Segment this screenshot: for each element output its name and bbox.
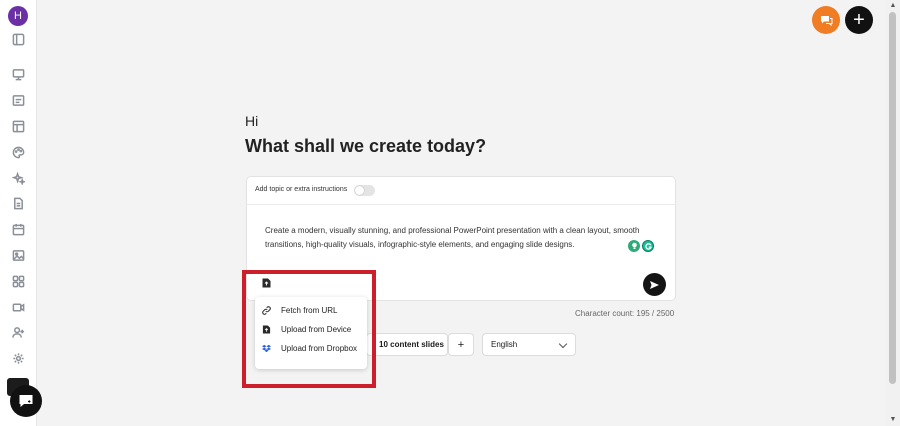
image-icon[interactable] [11, 248, 25, 262]
lightbulb-extension-icon[interactable] [628, 240, 640, 252]
create-new-button[interactable]: + [845, 6, 873, 34]
slides-count-selector[interactable]: 10 content slides [366, 333, 448, 356]
avatar[interactable]: H [8, 6, 28, 26]
apps-icon[interactable] [11, 274, 25, 288]
character-count: Character count: 195 / 2500 [575, 309, 675, 318]
greeting: Hi [245, 113, 259, 129]
calendar-icon[interactable] [11, 222, 25, 236]
add-slide-button[interactable]: + [448, 333, 474, 356]
prompt-card-header: Add topic or extra instructions [247, 177, 675, 205]
scroll-thumb[interactable] [889, 12, 896, 384]
chat-icon [19, 395, 33, 407]
chat-widget-button[interactable] [10, 385, 42, 417]
toggle-label: Add topic or extra instructions [255, 186, 348, 193]
feedback-button[interactable] [812, 6, 840, 34]
settings-icon[interactable] [11, 351, 25, 365]
panel-toggle-icon[interactable] [11, 32, 25, 46]
slides-icon[interactable] [11, 93, 25, 107]
scroll-up-arrow-icon[interactable]: ▲ [889, 2, 897, 10]
vertical-scrollbar[interactable]: ▲ ▼ [886, 0, 900, 426]
sidebar: H [0, 0, 37, 426]
sparkle-icon[interactable] [11, 171, 25, 185]
annotation-highlight-box [242, 270, 376, 388]
language-select[interactable]: English [482, 333, 576, 356]
send-button[interactable] [643, 273, 666, 296]
send-icon [650, 280, 659, 289]
page-title: What shall we create today? [245, 136, 487, 156]
language-value: English [491, 340, 518, 349]
layout-icon[interactable] [11, 119, 25, 133]
slides-count-label: 10 content slides [379, 340, 444, 349]
chat-feedback-icon [820, 15, 832, 26]
document-icon[interactable] [11, 196, 25, 210]
chevron-down-icon [558, 339, 568, 349]
presentation-icon[interactable] [11, 67, 25, 81]
palette-icon[interactable] [11, 145, 25, 159]
scroll-down-arrow-icon[interactable]: ▼ [889, 416, 897, 424]
add-user-icon[interactable] [11, 325, 25, 339]
plus-icon: + [457, 338, 465, 351]
video-icon[interactable] [11, 300, 25, 314]
grammarly-icon[interactable] [642, 240, 654, 252]
prompt-textarea[interactable]: Create a modern, visually stunning, and … [265, 224, 655, 252]
extra-instructions-toggle[interactable] [354, 185, 375, 196]
